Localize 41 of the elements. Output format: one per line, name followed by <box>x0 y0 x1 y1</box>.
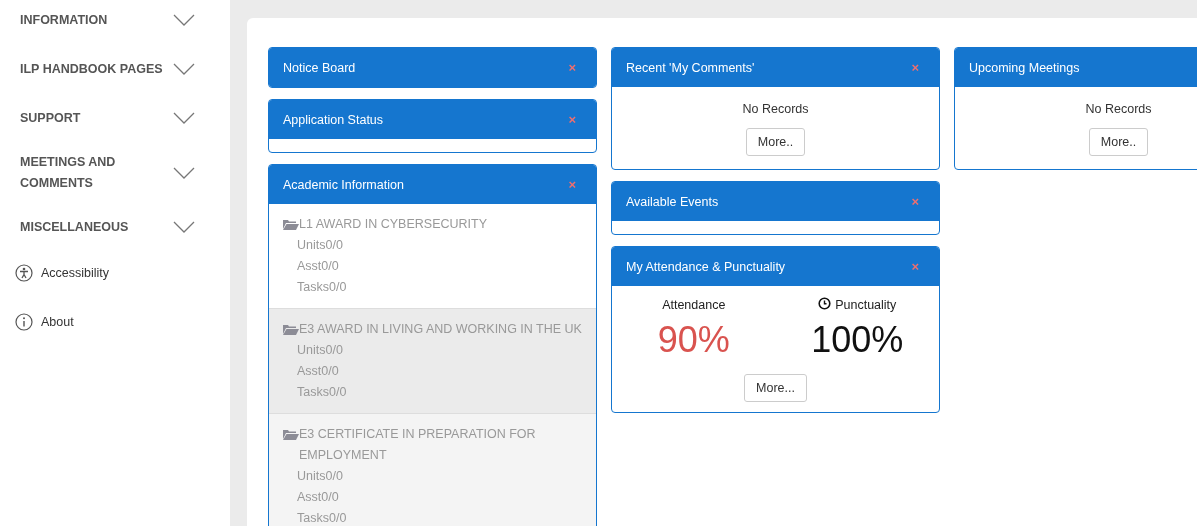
empty-message: No Records <box>1085 102 1152 116</box>
folder-icon <box>283 428 299 440</box>
more-button[interactable]: More.. <box>745 128 806 156</box>
clock-icon <box>818 296 832 310</box>
widget-title: My Attendance & Punctuality <box>626 259 786 274</box>
sidebar-section[interactable]: MISCELLANEOUS <box>20 216 129 238</box>
sidebar-section[interactable]: ILP HANDBOOK PAGES <box>20 58 163 80</box>
course-stat: Units0/0 <box>296 237 344 254</box>
widget-title: Recent 'My Comments' <box>626 60 755 75</box>
widget-title: Academic Information <box>283 177 404 192</box>
more-button[interactable]: More... <box>744 374 807 402</box>
metric-label: Punctuality <box>835 298 897 312</box>
metric-value: 90% <box>657 318 730 362</box>
course-stat: Tasks0/0 <box>296 279 348 296</box>
course-stat: Units0/0 <box>296 468 344 485</box>
widget-title: Application Status <box>283 112 384 127</box>
widget-title: Available Events <box>626 194 719 209</box>
course-stat: Asst0/0 <box>296 363 340 380</box>
course-stat: Asst0/0 <box>296 489 340 506</box>
folder-icon <box>283 218 299 230</box>
course-stat: Asst0/0 <box>296 258 340 275</box>
sidebar-section[interactable]: SUPPORT <box>20 107 81 129</box>
sidebar-section[interactable]: INFORMATION <box>20 9 108 31</box>
more-button[interactable]: More.. <box>1088 128 1149 156</box>
sidebar-section[interactable]: MEETINGS AND COMMENTS <box>20 152 170 194</box>
folder-icon <box>283 323 299 335</box>
accessibility-icon <box>15 264 33 282</box>
metric-label: Attendance <box>662 298 726 312</box>
course-name: E3 CERTIFICATE IN PREPARATION FOR EMPLOYMENT <box>299 426 537 464</box>
empty-message: No Records <box>742 102 809 116</box>
metric-value: 100% <box>811 318 904 362</box>
info-icon <box>15 313 33 331</box>
course-stat: Tasks0/0 <box>296 510 348 526</box>
course-name: E3 AWARD IN LIVING AND WORKING IN THE UK <box>299 321 582 338</box>
sidebar-link[interactable]: Accessibility <box>41 266 110 280</box>
widget-title: Notice Board <box>283 60 356 75</box>
course-stat: Tasks0/0 <box>296 384 348 401</box>
sidebar-link[interactable]: About <box>41 315 74 329</box>
course-name: L1 AWARD IN CYBERSECURITY <box>299 216 488 233</box>
course-stat: Units0/0 <box>296 342 344 359</box>
widget-title: Upcoming Meetings <box>969 60 1080 75</box>
